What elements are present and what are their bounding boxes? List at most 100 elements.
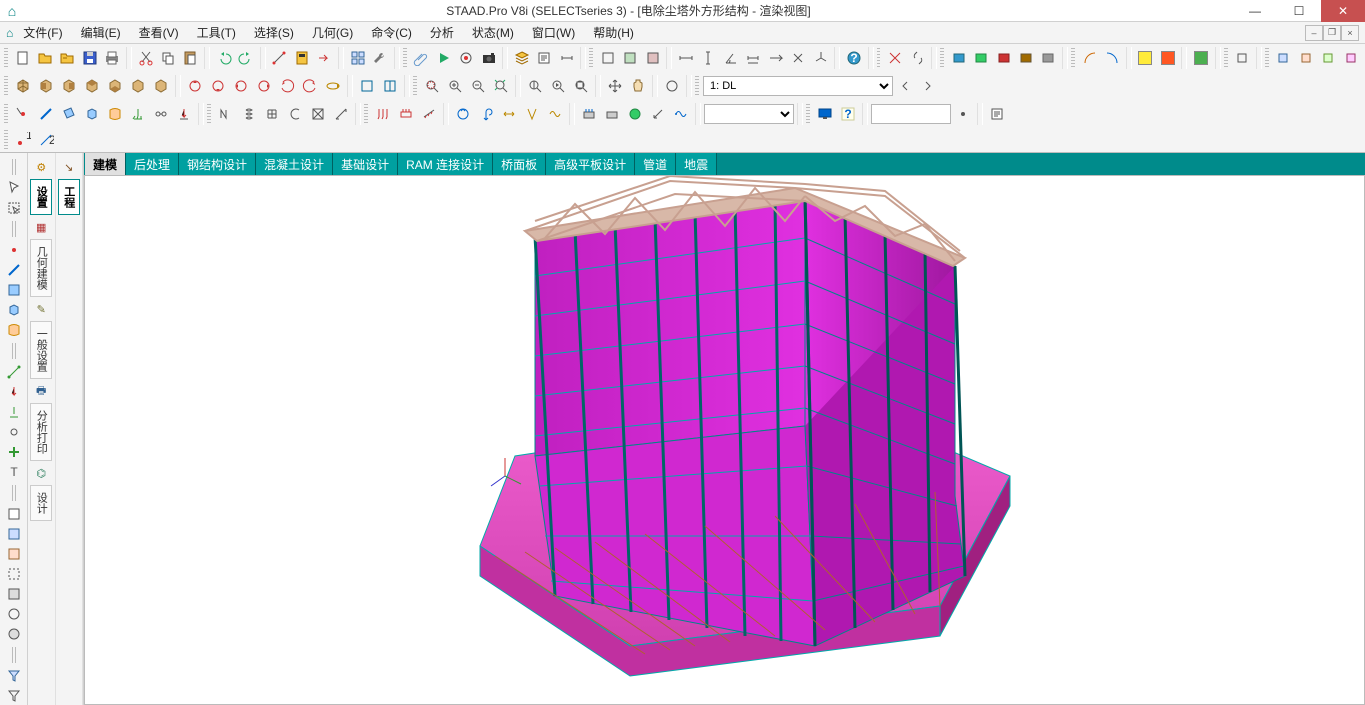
load-type11-icon[interactable] (624, 103, 646, 125)
dim-cross-icon[interactable] (787, 47, 808, 69)
load-type7-icon[interactable] (521, 103, 543, 125)
open-icon[interactable] (34, 47, 55, 69)
sel-support-icon[interactable] (3, 403, 25, 421)
sel-solid-icon[interactable] (3, 301, 25, 319)
menu-help[interactable]: 帮助(H) (585, 22, 642, 43)
menu-command[interactable]: 命令(C) (363, 22, 420, 43)
render-icon[interactable] (620, 47, 641, 69)
display-icon[interactable] (814, 103, 836, 125)
misc-e-icon[interactable] (1340, 47, 1361, 69)
mode-tab-modeling[interactable]: 建模 (85, 153, 126, 175)
filter-i-icon[interactable] (3, 687, 25, 705)
spin-icon[interactable] (322, 75, 344, 97)
rotate-ccw-icon[interactable] (299, 75, 321, 97)
rotate-up-icon[interactable] (184, 75, 206, 97)
zoom-dyn-icon[interactable] (524, 75, 546, 97)
side-tab-general[interactable]: 一般设置 (30, 321, 52, 379)
label-node-icon[interactable]: 1 (12, 129, 34, 151)
load-type12-icon[interactable] (647, 103, 669, 125)
copy-icon[interactable] (157, 47, 178, 69)
misc-b-icon[interactable] (1273, 47, 1294, 69)
node-icon[interactable] (455, 47, 476, 69)
camera-icon[interactable] (478, 47, 499, 69)
menu-edit[interactable]: 编辑(E) (73, 22, 129, 43)
input-e-icon[interactable] (307, 103, 329, 125)
view2-icon[interactable] (379, 75, 401, 97)
redo2-icon[interactable] (314, 47, 335, 69)
maximize-button[interactable]: ☐ (1277, 0, 1321, 22)
dim-xyz-icon[interactable] (810, 47, 831, 69)
menu-select[interactable]: 选择(S) (246, 22, 302, 43)
filter-e-icon[interactable] (3, 585, 25, 603)
release-sel-icon[interactable] (150, 103, 172, 125)
filter-c-icon[interactable] (3, 545, 25, 563)
sel-text-icon[interactable]: T (3, 463, 25, 481)
scale-combo[interactable] (704, 104, 794, 124)
save-icon[interactable] (79, 47, 100, 69)
front-view-icon[interactable] (35, 75, 57, 97)
select-window-icon[interactable] (3, 199, 25, 217)
attach-icon[interactable] (411, 47, 432, 69)
zoom-extents-icon[interactable] (490, 75, 512, 97)
undo-icon[interactable] (213, 47, 234, 69)
rotate-cw-icon[interactable] (276, 75, 298, 97)
assign-red-icon[interactable] (993, 47, 1014, 69)
mode-tab-foundation[interactable]: 基础设计 (333, 153, 398, 175)
top-view-icon[interactable] (81, 75, 103, 97)
mode-tab-postprocess[interactable]: 后处理 (126, 153, 179, 175)
sel-plate-icon[interactable] (3, 281, 25, 299)
window-tile-icon[interactable] (347, 47, 368, 69)
load-type4-icon[interactable] (452, 103, 474, 125)
assign-grey-icon[interactable] (1038, 47, 1059, 69)
side-tab-geometry[interactable]: 几何建模 (30, 239, 52, 297)
zoom-out-icon[interactable] (467, 75, 489, 97)
mode-tab-seismic[interactable]: 地震 (676, 153, 717, 175)
assign-green-icon[interactable] (970, 47, 991, 69)
input-f-icon[interactable] (330, 103, 352, 125)
zoom-in-icon[interactable] (444, 75, 466, 97)
input-a-icon[interactable] (215, 103, 237, 125)
dim-h-icon[interactable] (675, 47, 696, 69)
viewport-3d[interactable] (84, 175, 1365, 705)
redo-icon[interactable] (235, 47, 256, 69)
info-icon[interactable]: ? (837, 103, 859, 125)
right-view-icon[interactable] (150, 75, 172, 97)
back-view-icon[interactable] (58, 75, 80, 97)
node-sel-icon[interactable] (12, 103, 34, 125)
dim-v-icon[interactable] (698, 47, 719, 69)
mode-tab-steel[interactable]: 钢结构设计 (179, 153, 256, 175)
cut-icon[interactable] (135, 47, 156, 69)
filter-d-icon[interactable] (3, 565, 25, 583)
new-icon[interactable] (12, 47, 33, 69)
load-prev-icon[interactable] (894, 75, 916, 97)
mode-tab-bridge[interactable]: 桥面板 (493, 153, 546, 175)
label-beam-icon[interactable]: 2 (35, 129, 57, 151)
goto-go-icon[interactable] (952, 103, 974, 125)
solid-sel-icon[interactable] (81, 103, 103, 125)
zoom-more-icon[interactable] (661, 75, 683, 97)
goto-list-icon[interactable] (986, 103, 1008, 125)
misc-d-icon[interactable] (1318, 47, 1339, 69)
mode-tab-slab[interactable]: 高级平板设计 (546, 153, 635, 175)
misc-c-icon[interactable] (1295, 47, 1316, 69)
col3-icon[interactable] (1190, 47, 1211, 69)
rotate-down-icon[interactable] (207, 75, 229, 97)
zoom-window-icon[interactable] (421, 75, 443, 97)
arc2-icon[interactable] (1101, 47, 1122, 69)
link-icon[interactable] (907, 47, 928, 69)
menu-file[interactable]: 文件(F) (15, 22, 70, 43)
sel-beam-icon[interactable] (3, 261, 25, 279)
input-c-icon[interactable] (261, 103, 283, 125)
load-type2-icon[interactable] (395, 103, 417, 125)
filter-f-icon[interactable] (3, 605, 25, 623)
section-box-icon[interactable] (597, 47, 618, 69)
pan-icon[interactable] (604, 75, 626, 97)
close-button[interactable]: ✕ (1321, 0, 1365, 22)
calc-icon[interactable] (291, 47, 312, 69)
side-tab-project[interactable]: 工程 (58, 179, 80, 215)
input-b-icon[interactable] (238, 103, 260, 125)
load-type9-icon[interactable] (578, 103, 600, 125)
load-type13-icon[interactable] (670, 103, 692, 125)
dim-arrow-icon[interactable] (765, 47, 786, 69)
paste-icon[interactable] (180, 47, 201, 69)
